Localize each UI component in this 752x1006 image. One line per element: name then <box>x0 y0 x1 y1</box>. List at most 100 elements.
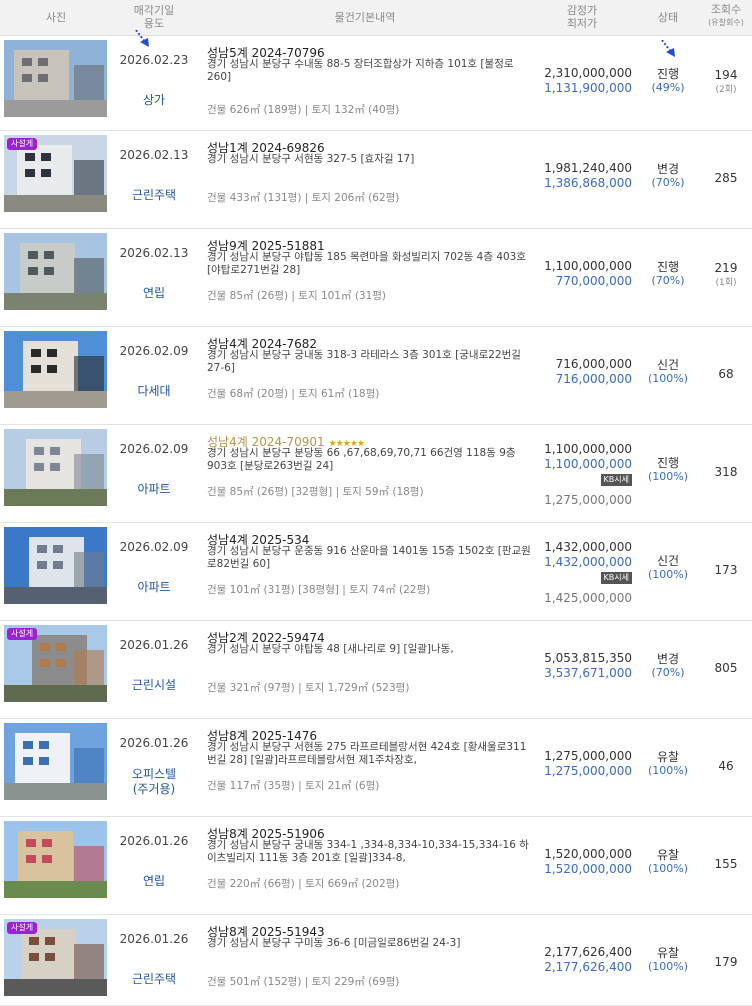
building-image <box>4 331 107 408</box>
usage-type-line: 아파트 <box>137 580 171 594</box>
list-item[interactable]: 2026.02.13 연립 성남9계 2025-51881 경기 성남시 분당구 야탑… <box>0 229 752 327</box>
kb-price-badge[interactable]: KB시세 <box>600 474 632 486</box>
sale-date: 2026.02.23 <box>119 53 189 67</box>
list-item[interactable]: 2026.02.09 아파트 성남4계 2025-534 경기 성남시 분당구 운중동… <box>0 523 752 621</box>
property-address: 경기 성남시 분당구 궁내동 318-3 라테라스 3층 301호 [궁내로22… <box>207 349 521 374</box>
property-address: 경기 성남시 분당구 분당동 66 ,67,68,69,70,71 66건영 1… <box>207 447 516 472</box>
list-item[interactable]: 사설게 2026.02.13 근린주택 성남1계 2024-69826 경기 성남시 분… <box>0 131 752 229</box>
usage-type[interactable]: 근린주택 <box>112 972 196 987</box>
view-count: 155 <box>714 857 738 871</box>
usage-type[interactable]: 상가 <box>112 93 196 108</box>
view-count: 173 <box>714 563 738 577</box>
property-photo[interactable]: 사설게 <box>4 919 107 996</box>
col-date-header[interactable]: 매각기일 용도 <box>112 4 196 30</box>
appraisal-price: 1,100,000,000 <box>544 259 632 273</box>
property-photo[interactable] <box>4 233 107 310</box>
usage-type[interactable]: 근린주택 <box>112 188 196 203</box>
property-photo[interactable] <box>4 821 107 898</box>
minimum-rate: (100%) <box>647 960 689 973</box>
property-photo[interactable] <box>4 723 107 800</box>
property-address: 경기 성남시 분당구 야탑동 185 목련마을 화성빌리지 702동 4층 40… <box>207 251 527 276</box>
area-info: 건물 101㎡ (31평) [38평형] | 토지 74㎡ (22평) <box>207 584 431 596</box>
fail-count: (1회) <box>715 278 737 288</box>
area-info: 건물 85㎡ (26평) | 토지 101㎡ (31평) <box>207 290 387 302</box>
area-info: 건물 321㎡ (97평) | 토지 1,729㎡ (523평) <box>207 682 410 694</box>
minimum-rate: (100%) <box>647 764 689 777</box>
minimum-price: 1,131,900,000 <box>544 81 632 95</box>
view-count: 194 <box>714 68 738 82</box>
sale-date: 2026.01.26 <box>119 736 189 750</box>
auction-status: 진행 <box>656 456 680 470</box>
market-price: 1,275,000,000 <box>544 493 632 507</box>
sale-date: 2026.01.26 <box>119 834 189 848</box>
usage-type[interactable]: 다세대 <box>112 384 196 399</box>
property-photo[interactable] <box>4 40 107 117</box>
minimum-price: 2,177,626,400 <box>544 960 632 974</box>
appraisal-price: 5,053,815,350 <box>544 651 632 665</box>
col-date-label: 매각기일 <box>133 4 175 17</box>
usage-type[interactable]: 근린시설 <box>112 678 196 693</box>
property-address: 경기 성남시 분당구 궁내동 334-1 ,334-8,334-10,334-1… <box>207 839 529 864</box>
list-header: 사진 매각기일 용도 물건기본내역 감정가 최저가 상태 조회수 (유찰회수) <box>0 0 752 36</box>
list-item[interactable]: 2026.02.09 아파트 성남4계 2024-70901 ★★★★★ 경기 성남시 … <box>0 425 752 523</box>
private-auction-badge: 사설게 <box>7 138 38 150</box>
col-price-header[interactable]: 감정가 최저가 <box>532 4 632 30</box>
col-photo-header: 사진 <box>45 11 67 24</box>
list-item[interactable]: 2026.01.26 오피스텔 (주거용) 성남8계 2025-1476 경기 성남시 … <box>0 719 752 817</box>
building-image <box>4 233 107 310</box>
auction-status: 유찰 <box>656 946 680 960</box>
col-appraisal-label: 감정가 <box>566 4 598 17</box>
building-image <box>4 429 107 506</box>
col-views-label: 조회수 <box>710 3 742 16</box>
col-views-header[interactable]: 조회수 (유찰회수) <box>700 3 752 29</box>
usage-type[interactable]: 연립 <box>112 874 196 889</box>
list-item[interactable]: 2026.02.23 상가 성남5계 2024-70796 경기 성남시 분당구 수내… <box>0 36 752 131</box>
usage-type-line: 상가 <box>142 93 166 107</box>
minimum-price: 770,000,000 <box>555 274 632 288</box>
minimum-price: 1,432,000,000 <box>544 555 632 569</box>
appraisal-price: 2,310,000,000 <box>544 66 632 80</box>
usage-type[interactable]: 오피스텔 (주거용) <box>112 767 196 797</box>
property-photo[interactable] <box>4 429 107 506</box>
list-item[interactable]: 2026.02.09 다세대 성남4계 2024-7682 경기 성남시 분당구 궁내… <box>0 327 752 425</box>
col-status-header[interactable]: 상태 <box>640 11 696 24</box>
appraisal-price: 1,100,000,000 <box>544 442 632 456</box>
usage-type-line: 근린시설 <box>131 678 177 692</box>
usage-type-line: 근린주택 <box>131 188 177 202</box>
property-photo[interactable] <box>4 527 107 604</box>
fail-count: (2회) <box>715 85 737 95</box>
appraisal-price: 1,981,240,400 <box>544 161 632 175</box>
kb-price-badge[interactable]: KB시세 <box>600 572 632 584</box>
appraisal-price: 1,275,000,000 <box>544 749 632 763</box>
appraisal-price: 716,000,000 <box>555 357 632 371</box>
usage-type[interactable]: 아파트 <box>112 580 196 595</box>
auction-status: 진행 <box>656 67 680 81</box>
property-photo[interactable] <box>4 331 107 408</box>
property-photo[interactable]: 사설게 <box>4 135 107 212</box>
sale-date: 2026.01.26 <box>119 932 189 946</box>
list-item[interactable]: 2026.01.26 연립 성남8계 2025-51906 경기 성남시 분당구 궁내… <box>0 817 752 915</box>
property-photo[interactable]: 사설게 <box>4 625 107 702</box>
col-minimum-label: 최저가 <box>566 17 598 30</box>
view-count: 285 <box>714 171 738 185</box>
list-item[interactable]: 사설게 2026.01.26 근린시설 성남2계 2022-59474 경기 성남시 분… <box>0 621 752 719</box>
col-info-header: 물건기본내역 <box>334 11 396 24</box>
sale-date: 2026.02.09 <box>119 442 189 456</box>
list-item[interactable]: 사설게 2026.01.26 근린주택 성남8계 2025-51943 경기 성남시 분… <box>0 915 752 1006</box>
usage-type-line: 근린주택 <box>131 972 177 986</box>
auction-status: 유찰 <box>656 750 680 764</box>
property-address: 경기 성남시 분당구 서현동 327-5 [효자길 17] <box>207 153 415 165</box>
usage-type[interactable]: 아파트 <box>112 482 196 497</box>
area-info: 건물 220㎡ (66평) | 토지 669㎡ (202평) <box>207 878 400 890</box>
minimum-rate: (70%) <box>651 274 685 287</box>
minimum-rate: (70%) <box>651 176 685 189</box>
property-address: 경기 성남시 분당구 수내동 88-5 장터조합상가 지하층 101호 [불정로… <box>207 58 514 83</box>
auction-status: 신건 <box>656 554 680 568</box>
private-auction-badge: 사설게 <box>7 922 38 934</box>
area-info: 건물 501㎡ (152평) | 토지 229㎡ (69평) <box>207 976 400 988</box>
area-info: 건물 433㎡ (131평) | 토지 206㎡ (62평) <box>207 192 400 204</box>
property-address: 경기 성남시 분당구 야탑동 48 [새나리로 9] [일괄]나동, <box>207 643 454 655</box>
minimum-rate: (49%) <box>651 81 685 94</box>
usage-type[interactable]: 연립 <box>112 286 196 301</box>
view-count: 68 <box>718 367 734 381</box>
